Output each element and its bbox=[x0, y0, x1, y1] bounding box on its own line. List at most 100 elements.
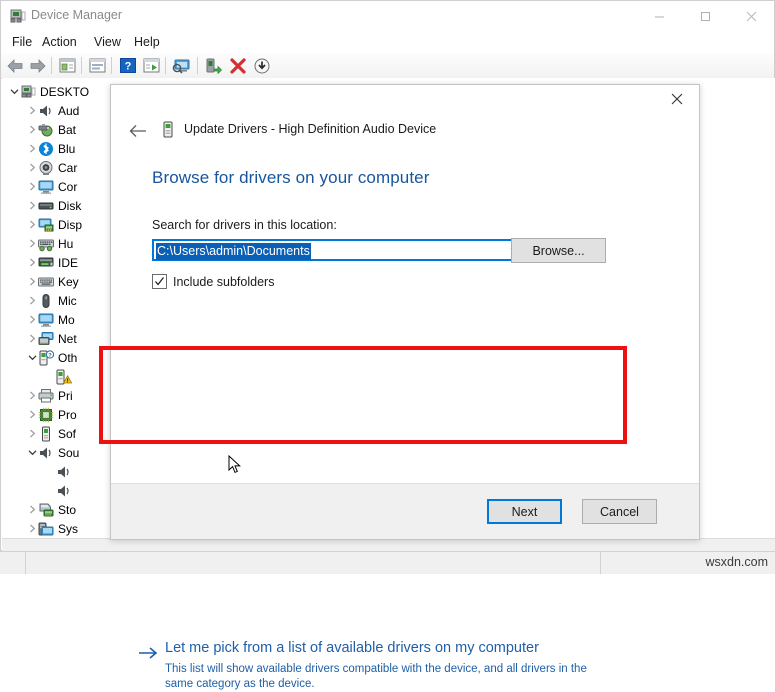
chevron-right-icon[interactable] bbox=[26, 234, 38, 253]
toolbar: ? bbox=[1, 53, 774, 79]
dialog-back-button[interactable] bbox=[125, 119, 151, 143]
menu-help[interactable]: Help bbox=[129, 34, 165, 50]
tree-item[interactable] bbox=[44, 481, 76, 500]
tree-item[interactable] bbox=[44, 367, 76, 386]
chevron-down-icon[interactable] bbox=[26, 348, 38, 367]
tree-item-label: Key bbox=[58, 274, 79, 289]
tree-item-sto[interactable]: Sto bbox=[26, 500, 76, 519]
tree-item-disk[interactable]: Disk bbox=[26, 196, 81, 215]
menu-file[interactable]: File bbox=[7, 34, 37, 50]
tree-item-blu[interactable]: Blu bbox=[26, 139, 75, 158]
include-subfolders-checkbox[interactable] bbox=[152, 274, 167, 289]
scan-hardware-icon[interactable] bbox=[141, 55, 162, 76]
cancel-button[interactable]: Cancel bbox=[582, 499, 657, 524]
chevron-right-icon[interactable] bbox=[26, 310, 38, 329]
tree-item-label: Cor bbox=[58, 179, 78, 194]
tree-item-pri[interactable]: Pri bbox=[26, 386, 73, 405]
tree-item-mo[interactable]: Mo bbox=[26, 310, 75, 329]
search-location-combobox[interactable]: C:\Users\admin\Documents bbox=[152, 239, 529, 261]
chevron-right-icon[interactable] bbox=[26, 139, 38, 158]
bluetooth-icon bbox=[38, 141, 54, 157]
chevron-right-icon[interactable] bbox=[26, 405, 38, 424]
chevron-right-icon[interactable] bbox=[26, 177, 38, 196]
chevron-down-icon[interactable] bbox=[26, 443, 38, 462]
update-driver-icon[interactable] bbox=[87, 55, 108, 76]
chevron-right-icon[interactable] bbox=[26, 120, 38, 139]
title-bar: Device Manager bbox=[1, 1, 774, 31]
chevron-right-icon[interactable] bbox=[26, 329, 38, 348]
forward-arrow-icon[interactable] bbox=[27, 55, 48, 76]
menu-view[interactable]: View bbox=[89, 34, 126, 50]
chevron-right-icon[interactable] bbox=[26, 291, 38, 310]
close-button[interactable] bbox=[728, 1, 774, 31]
tree-item-sou[interactable]: Sou bbox=[26, 443, 79, 462]
include-subfolders-row[interactable]: Include subfolders bbox=[152, 274, 274, 289]
chevron-right-icon[interactable] bbox=[26, 386, 38, 405]
help-icon[interactable]: ? bbox=[117, 55, 138, 76]
tree-item-pro[interactable]: Pro bbox=[26, 405, 77, 424]
chevron-right-icon[interactable] bbox=[26, 424, 38, 443]
disk-drive-icon bbox=[38, 198, 54, 214]
chevron-right-icon[interactable] bbox=[26, 158, 38, 177]
speaker-icon bbox=[56, 483, 72, 499]
warning-device-icon bbox=[56, 369, 73, 385]
tree-item-hu[interactable]: Hu bbox=[26, 234, 73, 253]
tree-item-label: Pro bbox=[58, 407, 77, 422]
enable-device-icon[interactable] bbox=[203, 55, 224, 76]
mouse-cursor bbox=[228, 454, 242, 475]
uninstall-device-icon[interactable] bbox=[227, 55, 248, 76]
browse-button[interactable]: Browse... bbox=[511, 238, 606, 263]
tree-item-net[interactable]: Net bbox=[26, 329, 77, 348]
chevron-right-icon[interactable] bbox=[26, 519, 38, 538]
tree-item-sof[interactable]: Sof bbox=[26, 424, 76, 443]
toolbar-separator bbox=[165, 57, 166, 74]
chevron-right-icon[interactable] bbox=[26, 101, 38, 120]
chevron-right-icon[interactable] bbox=[26, 272, 38, 291]
svg-text:?: ? bbox=[48, 353, 52, 359]
properties-icon[interactable] bbox=[57, 55, 78, 76]
tree-item-car[interactable]: Car bbox=[26, 158, 77, 177]
monitor-icon bbox=[38, 312, 54, 328]
back-arrow-icon[interactable] bbox=[5, 55, 26, 76]
pick-from-list-title[interactable]: Let me pick from a list of available dri… bbox=[165, 640, 539, 656]
chevron-down-icon[interactable] bbox=[8, 82, 20, 101]
minimize-button[interactable] bbox=[636, 1, 682, 31]
battery-icon bbox=[38, 122, 54, 138]
window-title: Device Manager bbox=[31, 8, 123, 22]
tree-item-sys[interactable]: Sys bbox=[26, 519, 78, 538]
download-icon[interactable] bbox=[251, 55, 272, 76]
search-location-input[interactable]: C:\Users\admin\Documents bbox=[156, 243, 311, 260]
tree-item-mic[interactable]: Mic bbox=[26, 291, 77, 310]
menu-bar: File Action View Help bbox=[1, 31, 774, 53]
maximize-button[interactable] bbox=[682, 1, 728, 31]
chevron-right-icon[interactable] bbox=[26, 215, 38, 234]
tree-item-label: Sof bbox=[58, 426, 77, 441]
tree-item-bat[interactable]: Bat bbox=[26, 120, 76, 139]
chevron-right-icon[interactable] bbox=[26, 196, 38, 215]
tree-item-oth[interactable]: ? Oth bbox=[26, 348, 77, 367]
dialog-close-button[interactable] bbox=[655, 85, 699, 113]
tree-item-cor[interactable]: Cor bbox=[26, 177, 77, 196]
chevron-right-icon[interactable] bbox=[26, 253, 38, 272]
status-bar bbox=[2, 538, 775, 552]
tree-item-key[interactable]: Key bbox=[26, 272, 79, 291]
unknown-device-icon: ? bbox=[38, 349, 55, 366]
next-button[interactable]: Next bbox=[487, 499, 562, 524]
tree-item-label: Hu bbox=[58, 236, 74, 251]
tree-item-ide[interactable]: IDE bbox=[26, 253, 78, 272]
speaker-icon bbox=[38, 103, 54, 119]
pick-from-list-option[interactable]: Let me pick from a list of available dri… bbox=[121, 363, 611, 690]
tree-item-disp[interactable]: Disp bbox=[26, 215, 82, 234]
toolbar-separator bbox=[111, 57, 112, 74]
chevron-right-icon[interactable] bbox=[26, 500, 38, 519]
search-location-label: Search for drivers in this location: bbox=[152, 218, 337, 232]
menu-action[interactable]: Action bbox=[37, 34, 82, 50]
speaker-icon bbox=[38, 445, 54, 461]
tree-item[interactable] bbox=[44, 462, 76, 481]
tree-item-aud[interactable]: Aud bbox=[26, 101, 79, 120]
tree-item-label: Disk bbox=[58, 198, 82, 213]
tree-item-deskto[interactable]: DESKTO bbox=[8, 82, 89, 101]
show-hidden-devices-icon[interactable] bbox=[171, 55, 192, 76]
